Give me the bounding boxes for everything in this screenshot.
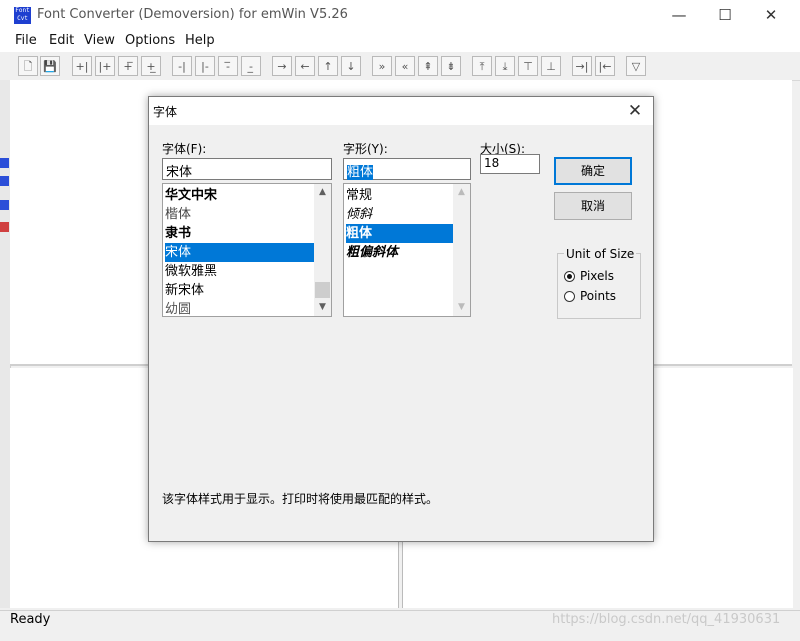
- del-col-right-tool-button[interactable]: |-: [195, 56, 215, 76]
- arrow-left-tool-button[interactable]: ←: [295, 56, 315, 76]
- style-list-item[interactable]: 粗偏斜体: [346, 243, 453, 262]
- filter-tool-button[interactable]: ▽: [626, 56, 646, 76]
- push-right-tool-button[interactable]: →|: [572, 56, 592, 76]
- style-list[interactable]: ▲ ▼ 常规 倾斜 粗体 粗偏斜体: [343, 183, 471, 317]
- move-bottom-tool-button[interactable]: ⤓: [495, 56, 515, 76]
- font-name-input[interactable]: 宋体: [162, 158, 332, 180]
- style-list-item[interactable]: 粗体: [346, 224, 453, 243]
- add-col-tool-button[interactable]: +|: [72, 56, 92, 76]
- font-list-item[interactable]: 宋体: [165, 243, 314, 262]
- fast-up-tool-button[interactable]: ⇞: [418, 56, 438, 76]
- dialog-title-bar: [149, 97, 653, 125]
- style-label: 字形(Y):: [343, 142, 388, 156]
- dialog-close-button[interactable]: ✕: [623, 99, 647, 123]
- move-up-bar-tool-button[interactable]: ⊤: [518, 56, 538, 76]
- minimize-button[interactable]: —: [656, 0, 702, 30]
- del-row-bottom-tool-button[interactable]: -̲: [241, 56, 261, 76]
- menu-file[interactable]: File: [15, 33, 37, 48]
- app-icon: Font Cvt: [14, 7, 31, 24]
- font-list-item[interactable]: 微软雅黑: [165, 262, 314, 281]
- radio-pixels-label[interactable]: Pixels: [580, 269, 614, 283]
- font-list-item[interactable]: 华文中宋: [165, 186, 314, 205]
- menu-edit[interactable]: Edit: [49, 33, 74, 48]
- radio-pixels[interactable]: [564, 271, 575, 282]
- menu-options[interactable]: Options: [125, 33, 175, 48]
- font-dialog: 字体 ✕ 字体(F): 宋体 ▲ ▼ 华文中宋 楷体 隶书 宋体 微软雅黑 新宋体 幼圆 字…: [148, 96, 654, 542]
- fast-left-tool-button[interactable]: «: [395, 56, 415, 76]
- move-down-bar-tool-button[interactable]: ⊥: [541, 56, 561, 76]
- add-col-right-tool-button[interactable]: |+: [95, 56, 115, 76]
- scroll-up-icon[interactable]: ▲: [453, 184, 470, 201]
- add-row-bottom-tool-button[interactable]: +̲: [141, 56, 161, 76]
- close-button[interactable]: ✕: [748, 0, 794, 30]
- side-icon: [0, 176, 9, 186]
- unit-group-label: Unit of Size: [564, 247, 637, 261]
- side-icon: [0, 200, 9, 210]
- watermark-text: https://blog.csdn.net/qq_41930631: [552, 612, 781, 627]
- side-icon: [0, 222, 9, 232]
- arrow-up-tool-button[interactable]: ↑: [318, 56, 338, 76]
- radio-points-label[interactable]: Points: [580, 289, 616, 303]
- scroll-down-icon[interactable]: ▼: [314, 299, 331, 316]
- style-description: 该字体样式用于显示。打印时将使用最匹配的样式。: [162, 492, 439, 506]
- fast-down-tool-button[interactable]: ⇟: [441, 56, 461, 76]
- menu-view[interactable]: View: [84, 33, 115, 48]
- font-list-item[interactable]: 隶书: [165, 224, 314, 243]
- style-input[interactable]: 粗体: [343, 158, 471, 180]
- ok-button[interactable]: 确定: [554, 157, 632, 185]
- cancel-button[interactable]: 取消: [554, 192, 632, 220]
- side-icon: [0, 158, 9, 168]
- fast-right-tool-button[interactable]: »: [372, 56, 392, 76]
- new-file-tool-button[interactable]: 🗋: [18, 56, 38, 76]
- radio-points[interactable]: [564, 291, 575, 302]
- font-list-scrollbar[interactable]: ▲ ▼: [314, 184, 331, 316]
- move-top-tool-button[interactable]: ⤒: [472, 56, 492, 76]
- maximize-button[interactable]: ☐: [702, 0, 748, 30]
- del-row-top-tool-button[interactable]: -̅: [218, 56, 238, 76]
- status-text: Ready: [10, 612, 51, 627]
- style-input-value: 粗体: [347, 165, 374, 180]
- save-tool-button[interactable]: 💾: [40, 56, 60, 76]
- style-list-item[interactable]: 倾斜: [346, 205, 453, 224]
- push-left-tool-button[interactable]: |←: [595, 56, 615, 76]
- scroll-up-icon[interactable]: ▲: [314, 184, 331, 201]
- window-title: Font Converter (Demoversion) for emWin V…: [37, 7, 348, 22]
- font-list-item[interactable]: 幼圆: [165, 300, 314, 316]
- font-list-item[interactable]: 楷体: [165, 205, 314, 224]
- arrow-right-tool-button[interactable]: →: [272, 56, 292, 76]
- font-list[interactable]: ▲ ▼ 华文中宋 楷体 隶书 宋体 微软雅黑 新宋体 幼圆: [162, 183, 332, 317]
- dialog-title: 字体: [153, 105, 178, 119]
- add-row-top-tool-button[interactable]: +̅: [118, 56, 138, 76]
- menu-help[interactable]: Help: [185, 33, 215, 48]
- menu-bar: [0, 30, 800, 52]
- unit-of-size-group: [557, 253, 641, 319]
- font-list-item[interactable]: 新宋体: [165, 281, 314, 300]
- size-input[interactable]: 18: [480, 154, 540, 174]
- del-col-left-tool-button[interactable]: -|: [172, 56, 192, 76]
- style-list-scrollbar[interactable]: ▲ ▼: [453, 184, 470, 316]
- arrow-down-tool-button[interactable]: ↓: [341, 56, 361, 76]
- scroll-thumb[interactable]: [315, 282, 330, 298]
- font-label: 字体(F):: [162, 142, 207, 156]
- style-list-item[interactable]: 常规: [346, 186, 453, 205]
- scroll-down-icon[interactable]: ▼: [453, 299, 470, 316]
